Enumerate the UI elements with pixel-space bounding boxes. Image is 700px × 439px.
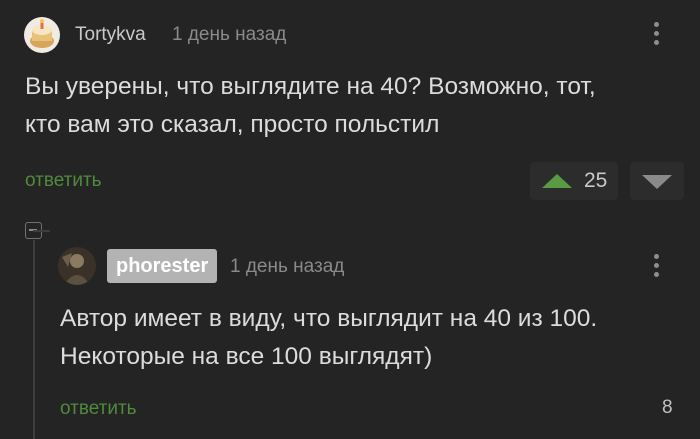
- author-badge[interactable]: phorester: [107, 249, 218, 283]
- more-vertical-icon[interactable]: [652, 20, 662, 48]
- avatar[interactable]: [58, 247, 96, 285]
- thread-branch-line: [33, 230, 50, 232]
- comment-timestamp: 1 день назад: [230, 256, 345, 277]
- downvote-button[interactable]: [630, 162, 684, 200]
- comments-thread: Tortykva 1 день назад Вы уверены, что вы…: [0, 0, 700, 439]
- comment-text-line: Некоторые на все 100 выглядят): [60, 343, 433, 370]
- downvote-triangle-icon: [642, 175, 672, 189]
- comment-text: Автор имеет в виду, что выглядит на 40 и…: [60, 300, 597, 376]
- reply-link[interactable]: ответить: [25, 170, 102, 192]
- comment-author[interactable]: Tortykva: [75, 24, 146, 46]
- thread-line: [33, 240, 35, 439]
- upvote-triangle-icon: [542, 174, 572, 188]
- upvote-button[interactable]: 25: [530, 162, 618, 200]
- comment-text-line: кто вам это сказал, просто польстил: [25, 111, 440, 138]
- reply-link[interactable]: ответить: [60, 398, 137, 420]
- more-vertical-icon[interactable]: [652, 252, 662, 280]
- comment-text-line: Вы уверены, что выглядите на 40? Возможн…: [25, 73, 596, 100]
- avatar[interactable]: [24, 17, 60, 53]
- rating-count: 25: [584, 169, 608, 192]
- comment-text-line: Автор имеет в виду, что выглядит на 40 и…: [60, 305, 598, 332]
- rating-count: 8: [662, 397, 673, 418]
- comment-timestamp: 1 день назад: [172, 24, 287, 45]
- photo-avatar-icon: [58, 247, 96, 285]
- comment-text: Вы уверены, что выглядите на 40? Возможн…: [25, 68, 596, 144]
- cake-avatar-icon: [24, 17, 60, 53]
